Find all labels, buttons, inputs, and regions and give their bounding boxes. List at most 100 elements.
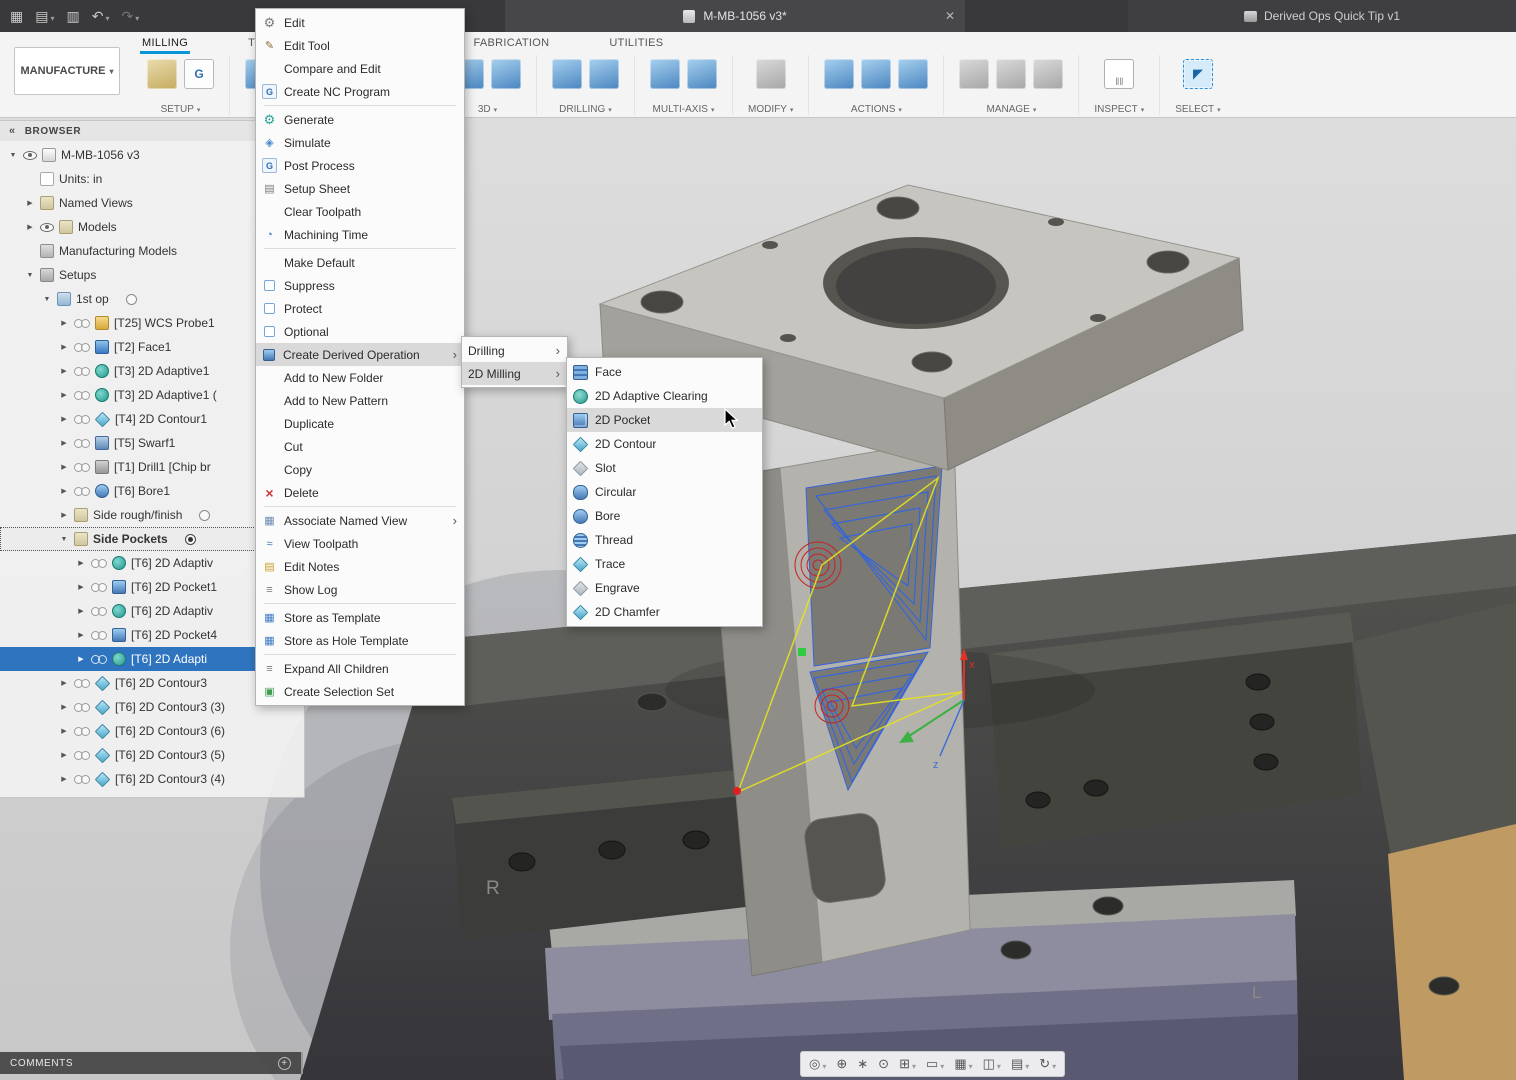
- tree-expand-arrow[interactable]: ▶: [59, 751, 69, 759]
- tree-expand-arrow[interactable]: ▶: [76, 559, 86, 567]
- ribbon-tab-utilities[interactable]: UTILITIES: [607, 34, 665, 54]
- ribbon-group-label-3d[interactable]: 3D: [478, 104, 497, 115]
- menu-item-make-default[interactable]: Make Default: [256, 251, 464, 274]
- menu-item-delete[interactable]: ×Delete: [256, 481, 464, 504]
- menu-item-edit-notes[interactable]: ▤Edit Notes: [256, 555, 464, 578]
- submenu-item-trace[interactable]: Trace: [567, 552, 762, 576]
- tree-expand-arrow[interactable]: ▶: [59, 679, 69, 687]
- operation-visibility-icon[interactable]: [74, 679, 90, 687]
- refresh-icon[interactable]: ↻: [1039, 1056, 1056, 1072]
- menu-item-add-to-new-pattern[interactable]: Add to New Pattern: [256, 389, 464, 412]
- tree-expand-arrow[interactable]: ▶: [25, 199, 35, 207]
- operation-visibility-icon[interactable]: [74, 391, 90, 399]
- nc-program-icon[interactable]: G: [184, 59, 214, 89]
- submenu-item-2d-adaptive-clearing[interactable]: 2D Adaptive Clearing: [567, 384, 762, 408]
- menu-item-post-process[interactable]: GPost Process: [256, 154, 464, 177]
- tree-expand-arrow[interactable]: ▼: [25, 272, 35, 279]
- tree-expand-arrow[interactable]: ▶: [59, 439, 69, 447]
- setup-folder-icon[interactable]: [147, 59, 177, 89]
- menu-item-duplicate[interactable]: Duplicate: [256, 412, 464, 435]
- tree-expand-arrow[interactable]: ▼: [42, 296, 52, 303]
- menu-item-associate-named-view[interactable]: ▦Associate Named View: [256, 509, 464, 532]
- submenu-item-2d-contour[interactable]: 2D Contour: [567, 432, 762, 456]
- operation-visibility-icon[interactable]: [91, 559, 107, 567]
- tree-expand-arrow[interactable]: ▶: [25, 223, 35, 231]
- tree-expand-arrow[interactable]: ▼: [59, 536, 69, 543]
- measure-icon[interactable]: ‖‖: [1104, 59, 1134, 89]
- menu-item-edit-tool[interactable]: ✎Edit Tool: [256, 34, 464, 57]
- swarf-icon[interactable]: [650, 59, 680, 89]
- right-panel-tab[interactable]: Derived Ops Quick Tip v1: [1128, 0, 1516, 32]
- tree-expand-arrow[interactable]: ▶: [59, 463, 69, 471]
- operation-visibility-icon[interactable]: [74, 775, 90, 783]
- ribbon-tab-milling[interactable]: MILLING: [140, 34, 190, 54]
- operation-visibility-icon[interactable]: [74, 367, 90, 375]
- workspace-switcher[interactable]: MANUFACTURE: [14, 47, 120, 95]
- simulate-icon[interactable]: [824, 59, 854, 89]
- drill-icon[interactable]: [552, 59, 582, 89]
- tree-expand-arrow[interactable]: ▶: [59, 391, 69, 399]
- display-settings-icon[interactable]: ▭: [926, 1056, 944, 1072]
- operation-visibility-icon[interactable]: [74, 319, 90, 327]
- machine-library-icon[interactable]: [996, 59, 1026, 89]
- hand-icon[interactable]: ∗: [857, 1056, 868, 1072]
- menu-item-expand-all-children[interactable]: ≡Expand All Children: [256, 657, 464, 680]
- tree-expand-arrow[interactable]: ▶: [59, 775, 69, 783]
- menu-item-clear-toolpath[interactable]: Clear Toolpath: [256, 200, 464, 223]
- trim-icon[interactable]: [756, 59, 786, 89]
- submenu-item-2d-milling[interactable]: 2D Milling: [462, 362, 567, 385]
- ribbon-group-label-drilling[interactable]: DRILLING: [559, 104, 612, 115]
- active-setup-radio[interactable]: [199, 510, 210, 521]
- tree-expand-arrow[interactable]: ▶: [59, 487, 69, 495]
- tree-expand-arrow[interactable]: ▶: [59, 415, 69, 423]
- operation-visibility-icon[interactable]: [91, 607, 107, 615]
- ribbon-group-label-setup[interactable]: SETUP: [161, 104, 201, 115]
- tree-expand-arrow[interactable]: ▶: [59, 319, 69, 327]
- file-icon[interactable]: ▤: [35, 8, 54, 25]
- bore-icon[interactable]: [589, 59, 619, 89]
- add-comment-icon[interactable]: [278, 1057, 291, 1070]
- menu-item-setup-sheet[interactable]: ▤Setup Sheet: [256, 177, 464, 200]
- close-tab-icon[interactable]: [945, 9, 955, 23]
- menu-item-machining-time[interactable]: ◔Machining Time: [256, 223, 464, 246]
- ribbon-group-label-manage[interactable]: MANAGE: [986, 104, 1036, 115]
- menu-item-create-nc-program[interactable]: GCreate NC Program: [256, 80, 464, 103]
- multiaxis-contour-icon[interactable]: [687, 59, 717, 89]
- operation-visibility-icon[interactable]: [74, 703, 90, 711]
- operation-visibility-icon[interactable]: [91, 631, 107, 639]
- tree-expand-arrow[interactable]: ▶: [59, 343, 69, 351]
- tree-expand-arrow[interactable]: ▶: [59, 703, 69, 711]
- layout-icon[interactable]: ▤: [1011, 1056, 1029, 1072]
- visibility-eye-icon[interactable]: [23, 151, 37, 160]
- collapse-panel-icon[interactable]: [9, 125, 16, 137]
- menu-item-view-toolpath[interactable]: ≈View Toolpath: [256, 532, 464, 555]
- tool-library-icon[interactable]: [959, 59, 989, 89]
- grid-settings-icon[interactable]: ▦: [954, 1056, 972, 1072]
- menu-item-generate[interactable]: ⚙Generate: [256, 108, 464, 131]
- tree-expand-arrow[interactable]: ▶: [59, 511, 69, 519]
- save-icon[interactable]: ▥: [66, 8, 79, 25]
- setup-sheet-icon[interactable]: [898, 59, 928, 89]
- submenu-item-slot[interactable]: Slot: [567, 456, 762, 480]
- operation-visibility-icon[interactable]: [91, 655, 107, 663]
- undo-icon[interactable]: ↶: [92, 8, 110, 25]
- menu-item-show-log[interactable]: ≡Show Log: [256, 578, 464, 601]
- operation-visibility-icon[interactable]: [74, 415, 90, 423]
- ribbon-group-label-select[interactable]: SELECT: [1175, 104, 1220, 115]
- submenu-item-engrave[interactable]: Engrave: [567, 576, 762, 600]
- tree-expand-arrow[interactable]: ▶: [76, 631, 86, 639]
- templates-icon[interactable]: [1033, 59, 1063, 89]
- active-setup-radio[interactable]: [126, 294, 137, 305]
- menu-item-simulate[interactable]: ◈Simulate: [256, 131, 464, 154]
- menu-item-add-to-new-folder[interactable]: Add to New Folder: [256, 366, 464, 389]
- operation-visibility-icon[interactable]: [74, 751, 90, 759]
- ribbon-group-label-multi-axis[interactable]: MULTI-AXIS: [653, 104, 715, 115]
- menu-item-store-as-template[interactable]: ▦Store as Template: [256, 606, 464, 629]
- operation-visibility-icon[interactable]: [74, 487, 90, 495]
- menu-item-protect[interactable]: Protect: [256, 297, 464, 320]
- zoom-icon[interactable]: ⊙: [878, 1056, 889, 1072]
- 3d-pocket-icon[interactable]: [491, 59, 521, 89]
- menu-item-edit[interactable]: ⚙Edit: [256, 11, 464, 34]
- submenu-item-2d-chamfer[interactable]: 2D Chamfer: [567, 600, 762, 624]
- post-process-icon[interactable]: [861, 59, 891, 89]
